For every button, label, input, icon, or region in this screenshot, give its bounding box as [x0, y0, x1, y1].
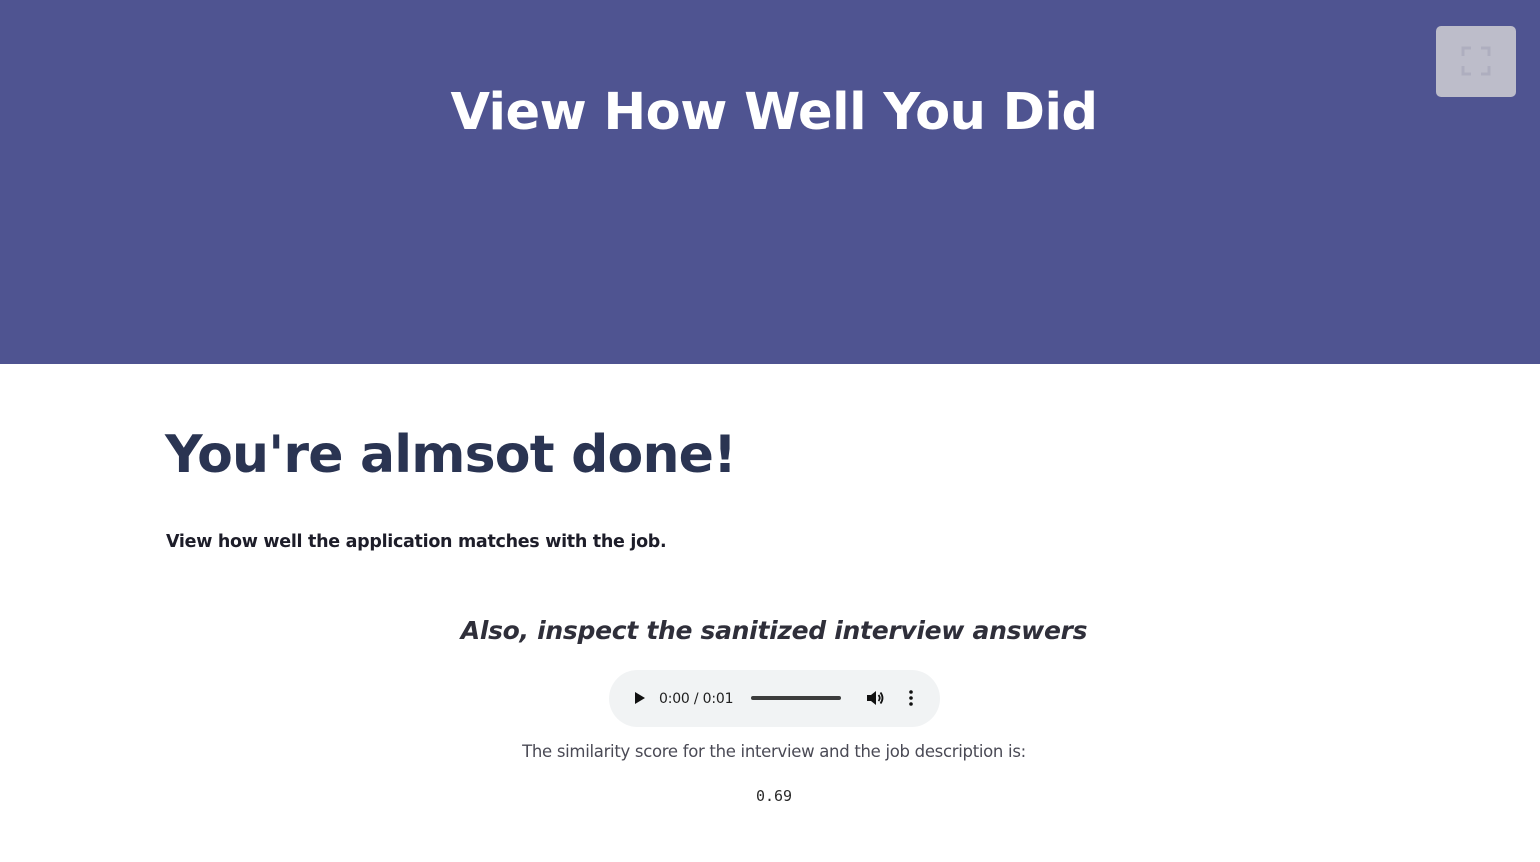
- page-title: View How Well You Did: [450, 83, 1098, 142]
- hero-banner: View How Well You Did: [0, 0, 1540, 364]
- seek-slider[interactable]: [751, 696, 841, 700]
- section-heading: Also, inspect the sanitized interview an…: [460, 616, 1088, 645]
- similarity-score-value: 0.69: [755, 787, 793, 805]
- similarity-score-label: The similarity score for the interview a…: [522, 742, 1026, 761]
- play-button[interactable]: [631, 689, 649, 707]
- content-title: You're almsot done!: [165, 425, 737, 485]
- play-icon: [635, 692, 645, 704]
- fullscreen-button[interactable]: [1436, 26, 1516, 97]
- time-display: 0:00 / 0:01: [659, 691, 734, 707]
- volume-icon: [867, 691, 884, 705]
- more-options-icon: [909, 690, 913, 706]
- volume-button[interactable]: [864, 687, 886, 709]
- fullscreen-icon: [1461, 46, 1491, 76]
- more-options-button[interactable]: [902, 687, 920, 709]
- audio-player[interactable]: 0:00 / 0:01: [609, 670, 940, 727]
- subtitle: View how well the application matches wi…: [166, 532, 667, 552]
- page: View How Well You Did You're almsot done…: [0, 0, 1540, 862]
